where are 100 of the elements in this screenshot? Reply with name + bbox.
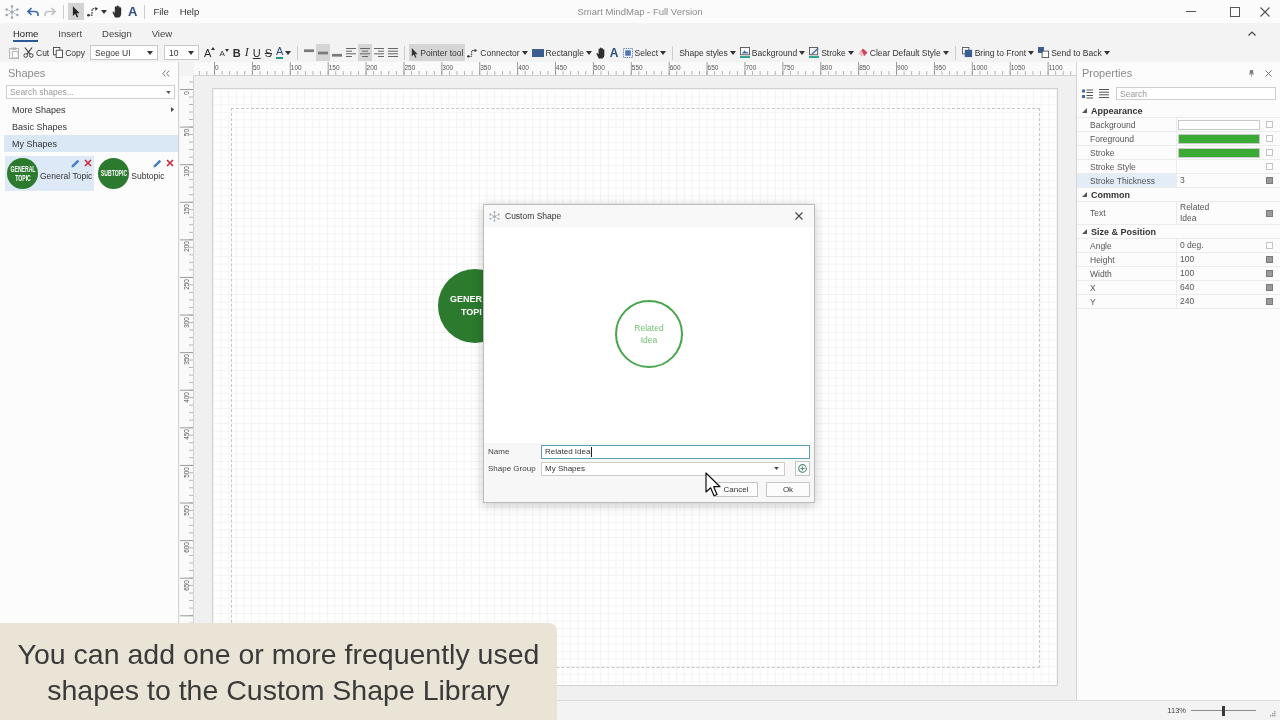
align-center-button[interactable]: [358, 44, 373, 61]
select-dropdown[interactable]: Select: [620, 44, 669, 61]
shape-label: Subtopic: [131, 171, 165, 181]
fill-color-icon: [739, 47, 750, 58]
send-to-back-dropdown[interactable]: Send to Back: [1036, 44, 1112, 61]
caret-icon: [285, 50, 292, 55]
property-name[interactable]: Foreground: [1077, 132, 1177, 145]
caret-icon: [101, 9, 107, 14]
filled-square-icon[interactable]: [1265, 298, 1273, 305]
caret-icon: [660, 50, 667, 55]
italic-button[interactable]: I: [242, 44, 251, 61]
close-button[interactable]: [1262, 67, 1275, 79]
property-value[interactable]: 240: [1178, 296, 1197, 307]
text-tool-button[interactable]: A: [607, 44, 621, 61]
field-label: Shape Group: [488, 464, 537, 473]
copy-button[interactable]: Copy: [51, 44, 88, 61]
text-tool-button[interactable]: A: [126, 3, 140, 20]
shape-group-dropdown[interactable]: My Shapes: [541, 461, 785, 476]
expanded-triangle-icon[interactable]: [1082, 192, 1087, 197]
bring-to-front-dropdown[interactable]: Bring to Front: [959, 44, 1037, 61]
add-group-button[interactable]: [795, 461, 810, 476]
shape-group-item[interactable]: Basic Shapes: [4, 118, 178, 135]
pointer-tool-button[interactable]: Pointer tool: [409, 44, 466, 61]
property-category: Size & Position: [1091, 226, 1156, 237]
shape-styles-dropdown[interactable]: Shape styles: [677, 44, 738, 61]
maximize-icon: [1230, 6, 1240, 17]
property-value[interactable]: 3: [1178, 175, 1187, 186]
property-name[interactable]: Background: [1077, 118, 1177, 131]
menu-item[interactable]: File: [149, 6, 173, 17]
property-name[interactable]: Width: [1077, 267, 1177, 280]
pencil-icon[interactable]: [71, 159, 81, 168]
expanded-triangle-icon[interactable]: [1082, 229, 1087, 234]
color-swatch[interactable]: [1178, 133, 1260, 144]
delete-icon[interactable]: [166, 159, 175, 167]
property-name[interactable]: Y: [1077, 295, 1177, 308]
delete-icon[interactable]: [84, 159, 93, 167]
panel-title: Shapes: [8, 67, 46, 79]
ribbon-tab[interactable]: Home: [3, 23, 49, 43]
strikethrough-button[interactable]: S: [262, 44, 274, 61]
pointer-tool-button[interactable]: [68, 3, 84, 20]
background-dropdown[interactable]: Background: [737, 44, 808, 61]
filled-square-icon[interactable]: [1265, 284, 1273, 291]
search-field[interactable]: Search: [1116, 87, 1276, 100]
align-middle-button[interactable]: [316, 44, 331, 61]
send-back-icon: [1038, 47, 1050, 58]
connector-dropdown[interactable]: Connector: [465, 44, 530, 61]
property-value[interactable]: 0 deg.: [1178, 240, 1206, 251]
dialog-button[interactable]: Ok: [766, 482, 810, 497]
rectangle-dropdown[interactable]: Rectangle: [529, 44, 594, 61]
shape-group-item[interactable]: More Shapes: [4, 101, 178, 118]
pencil-icon[interactable]: [153, 159, 163, 168]
property-value[interactable]: 100: [1178, 268, 1197, 279]
stroke-dropdown[interactable]: Stroke: [807, 44, 856, 61]
font-size-dropdown[interactable]: 10: [164, 45, 200, 60]
property-name[interactable]: Text: [1077, 202, 1177, 224]
property-name[interactable]: Stroke Style: [1077, 160, 1177, 173]
property-name[interactable]: Angle: [1077, 239, 1177, 252]
filled-square-icon[interactable]: [1265, 177, 1273, 184]
property-value[interactable]: Related Idea: [1178, 202, 1212, 224]
slider-thumb[interactable]: [1222, 705, 1225, 716]
categorized-view-button[interactable]: [1081, 87, 1094, 100]
filled-square-icon[interactable]: [1265, 209, 1273, 217]
double-chevron-left-icon: [162, 69, 170, 77]
name-field[interactable]: Related Idea: [541, 444, 810, 459]
filled-square-icon[interactable]: [1265, 256, 1273, 263]
property-name[interactable]: Stroke Thickness: [1077, 174, 1177, 187]
underline-button[interactable]: U: [250, 44, 263, 61]
property-name[interactable]: Height: [1077, 253, 1177, 266]
window-title: Smart MindMap - Full Version: [577, 6, 703, 17]
shrink-font-button[interactable]: A: [217, 44, 231, 61]
font-family-dropdown[interactable]: Segoe UI: [90, 45, 159, 60]
caret-icon[interactable]: [166, 90, 171, 94]
grow-font-button[interactable]: A: [202, 44, 218, 61]
dialog-button[interactable]: Cancel: [714, 482, 758, 497]
redo-icon: [44, 6, 56, 17]
property-name[interactable]: X: [1077, 281, 1177, 294]
minimize-icon: [1186, 11, 1196, 12]
filled-square-icon[interactable]: [1265, 270, 1273, 277]
clear-style-dropdown[interactable]: Clear Default Style: [855, 44, 951, 61]
hand-icon: [112, 5, 123, 18]
expanded-triangle-icon[interactable]: [1082, 108, 1087, 113]
bold-button[interactable]: B: [230, 44, 243, 61]
search-field[interactable]: Search shapes...: [6, 85, 175, 99]
cut-button[interactable]: Cut: [21, 44, 52, 61]
property-value[interactable]: 100: [1178, 254, 1197, 265]
justify-icon: [388, 48, 399, 57]
color-swatch[interactable]: [1178, 147, 1260, 158]
color-swatch[interactable]: [1178, 119, 1260, 130]
shape-group-item[interactable]: My Shapes: [4, 135, 178, 152]
list-view-button[interactable]: [1098, 87, 1110, 100]
ribbon-tab[interactable]: Design: [92, 23, 142, 43]
property-value[interactable]: 640: [1178, 282, 1197, 293]
ribbon-tab[interactable]: View: [141, 23, 183, 43]
shape-tile[interactable]: SUBTOPIC Subtopic: [96, 156, 177, 191]
menu-item[interactable]: Help: [175, 6, 204, 17]
caret-icon: [729, 50, 736, 55]
resize-grip-icon[interactable]: [1270, 711, 1276, 717]
ribbon-tab[interactable]: Insert: [48, 23, 93, 43]
font-color-button[interactable]: A: [274, 44, 294, 61]
property-name[interactable]: Stroke: [1077, 146, 1177, 159]
